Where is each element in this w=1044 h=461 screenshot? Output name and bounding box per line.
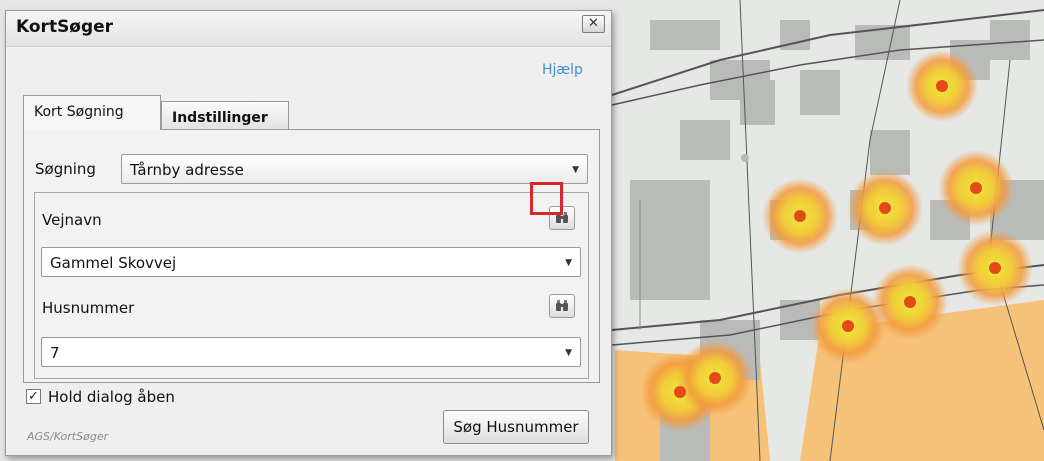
search-type-value: Tårnby adresse: [130, 161, 244, 179]
close-button[interactable]: ✕: [582, 15, 605, 33]
chevron-down-icon: ▼: [565, 348, 572, 358]
dialog-titlebar[interactable]: KortSøger ✕: [6, 11, 611, 47]
street-label: Vejnavn: [42, 211, 102, 229]
street-select[interactable]: Gammel Skovvej ▼: [41, 247, 581, 277]
tab-kort-sogning[interactable]: Kort Søgning: [23, 95, 161, 130]
house-number-search-button[interactable]: [549, 294, 575, 318]
house-number-label: Husnummer: [42, 299, 135, 317]
keep-open-label: Hold dialog åben: [48, 388, 175, 406]
house-number-value: 7: [50, 344, 60, 362]
house-number-select[interactable]: 7 ▼: [41, 337, 581, 367]
address-group: Vejnavn Gammel Skovvej ▼ Husnummer 7 ▼: [34, 192, 589, 379]
map-point: [741, 154, 749, 162]
tab-label: Kort Søgning: [34, 104, 124, 120]
street-value: Gammel Skovvej: [50, 254, 177, 272]
chevron-down-icon: ▼: [572, 165, 579, 175]
kortsoger-dialog: KortSøger ✕ Hjælp Kort Søgning Indstilli…: [5, 10, 612, 456]
tab-panel-kort-sogning: Søgning Tårnby adresse ▼ Vejnavn Gammel …: [23, 129, 600, 383]
check-icon[interactable]: ✓: [26, 389, 41, 404]
close-icon: ✕: [588, 16, 599, 31]
search-type-label: Søgning: [35, 160, 96, 178]
search-house-number-button[interactable]: Søg Husnummer: [443, 410, 589, 444]
highlight-box: [530, 182, 563, 215]
chevron-down-icon: ▼: [565, 258, 572, 268]
help-link[interactable]: Hjælp: [542, 62, 583, 78]
search-type-select[interactable]: Tårnby adresse ▼: [121, 154, 588, 184]
footer-text: AGS/KortSøger: [27, 430, 109, 443]
dialog-title: KortSøger: [16, 17, 114, 37]
tab-label: Indstillinger: [172, 110, 268, 126]
binoculars-icon: [556, 300, 568, 311]
